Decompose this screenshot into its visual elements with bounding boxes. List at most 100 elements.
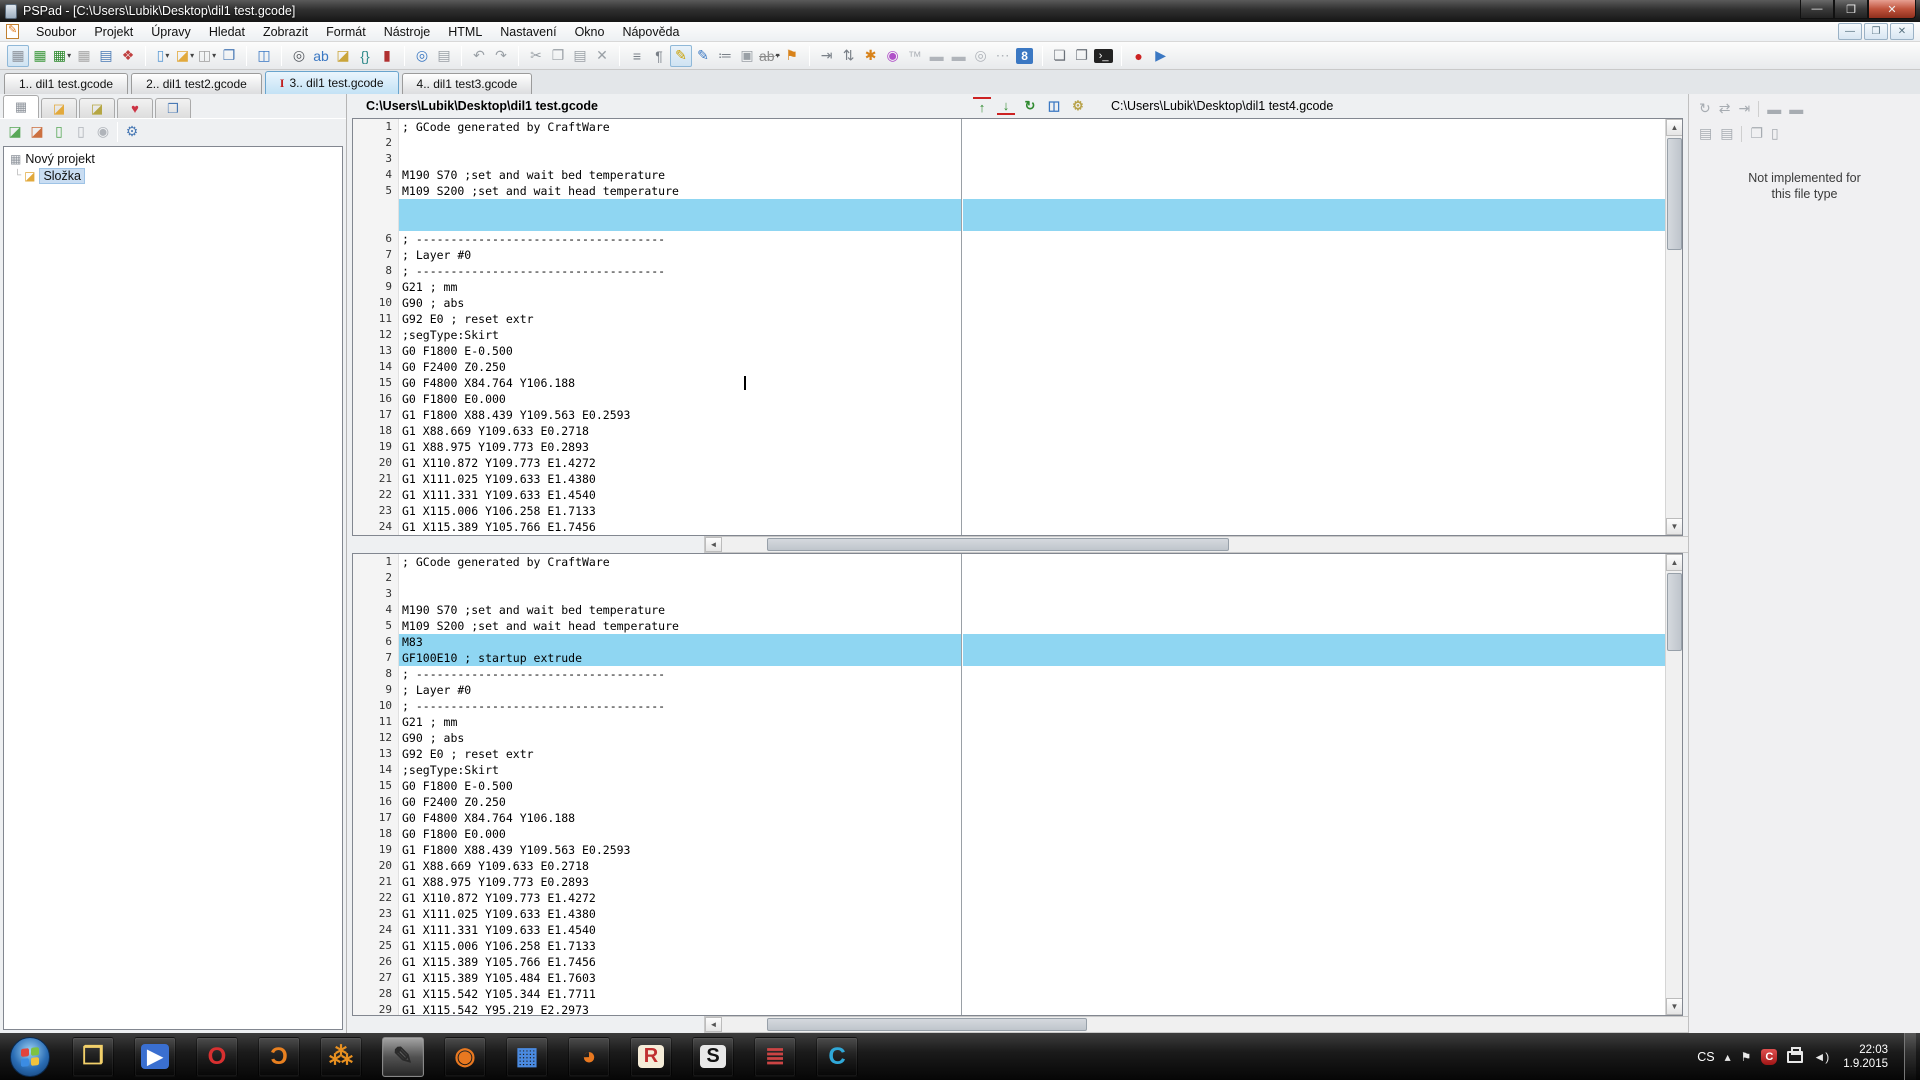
stamp-user-icon[interactable]: ▬ — [948, 45, 970, 67]
volume-icon[interactable]: ◄) — [1813, 1050, 1829, 1064]
taskbar-opera[interactable]: O — [196, 1037, 238, 1077]
folder-add-icon[interactable]: ◪ — [4, 121, 26, 143]
code-line[interactable]: 28G1 X115.542 Y105.344 E1.7711 — [353, 986, 1665, 1002]
project-add-icon[interactable]: ▦ — [29, 45, 51, 67]
vertical-scrollbar[interactable]: ▲ ▼ — [1665, 119, 1682, 535]
project-compile-icon[interactable]: ▦ — [7, 45, 29, 67]
code-line[interactable]: 20G1 X88.669 Y109.633 E0.2718 — [353, 858, 1665, 874]
language-indicator[interactable]: CS — [1697, 1050, 1714, 1064]
code-line[interactable]: 18G1 X88.669 Y109.633 E0.2718 — [353, 423, 1665, 439]
code-line[interactable]: 17G1 F1800 X88.439 Y109.563 E0.2593 — [353, 407, 1665, 423]
code-line[interactable]: 9G21 ; mm — [353, 279, 1665, 295]
mdi-minimize-button[interactable]: — — [1838, 23, 1862, 40]
action-center-flag-icon[interactable]: ⚑ — [1741, 1050, 1752, 1064]
copy-icon[interactable]: ❐ — [547, 45, 569, 67]
next-difference-icon[interactable]: ↓ — [997, 97, 1015, 115]
tm-stamp-icon[interactable]: ™ — [904, 45, 926, 67]
scroll-thumb[interactable] — [1667, 138, 1682, 250]
code-line[interactable]: 23G1 X115.006 Y106.258 E1.7133 — [353, 503, 1665, 519]
code-line[interactable]: 11G21 ; mm — [353, 714, 1665, 730]
taskbar-app-paw[interactable]: ⁂ — [320, 1037, 362, 1077]
restore-button[interactable]: ❐ — [1834, 0, 1868, 19]
pen-edit-icon[interactable]: ✎ — [692, 45, 714, 67]
scroll-down-arrow[interactable]: ▼ — [1666, 998, 1683, 1015]
pin-icon[interactable]: ⚑ — [781, 45, 803, 67]
search-in-files-icon[interactable]: ◪ — [332, 45, 354, 67]
split-columns-icon[interactable]: ◫ — [1045, 97, 1063, 115]
code-line[interactable]: 5M109 S200 ;set and wait head temperatur… — [353, 183, 1665, 199]
menu-nastroje[interactable]: Nástroje — [375, 23, 440, 41]
code-line[interactable]: 10G90 ; abs — [353, 295, 1665, 311]
code-line[interactable]: 5M109 S200 ;set and wait head temperatur… — [353, 618, 1665, 634]
menu-napoveda[interactable]: Nápověda — [613, 23, 688, 41]
code-line[interactable]: 8; ------------------------------------ — [353, 666, 1665, 682]
code-line[interactable]: 27G1 X115.389 Y105.484 E1.7603 — [353, 970, 1665, 986]
explorer-panel-icon[interactable]: ◫ — [253, 45, 275, 67]
taskbar-app-books[interactable]: ≣ — [754, 1037, 796, 1077]
code-line[interactable]: 17G0 F4800 X84.764 Y106.188 — [353, 810, 1665, 826]
print-icon[interactable]: ▤ — [433, 45, 455, 67]
play-macro-icon[interactable]: ▶ — [1150, 45, 1172, 67]
project-open-icon[interactable]: ▦▾ — [51, 45, 73, 67]
code-line[interactable]: 21G1 X88.975 Y109.773 E0.2893 — [353, 874, 1665, 890]
menu-soubor[interactable]: Soubor — [27, 23, 85, 41]
zoom-icon[interactable]: ◎ — [411, 45, 433, 67]
code-line[interactable]: 14G0 F2400 Z0.250 — [353, 359, 1665, 375]
document-tab-1[interactable]: 1.. dil1 test.gcode — [4, 73, 128, 94]
mdi-close-button[interactable]: ✕ — [1890, 23, 1914, 40]
code-line[interactable]: 12G90 ; abs — [353, 730, 1665, 746]
network-icon[interactable] — [1787, 1051, 1803, 1063]
menu-upravy[interactable]: Úpravy — [142, 23, 200, 41]
scroll-up-arrow[interactable]: ▲ — [1666, 554, 1683, 571]
scroll-left-arrow[interactable]: ◄ — [705, 537, 722, 552]
delete-icon[interactable]: ✕ — [591, 45, 613, 67]
tree-item-project-root[interactable]: ▦ Nový projekt — [6, 150, 340, 167]
taskbar-app-r[interactable]: R — [630, 1037, 672, 1077]
code-line[interactable]: 7; Layer #0 — [353, 247, 1665, 263]
diff-pane-top[interactable]: 1; GCode generated by CraftWare234M190 S… — [352, 118, 1683, 536]
menu-html[interactable]: HTML — [439, 23, 491, 41]
save-file-icon[interactable]: ◫▾ — [196, 45, 218, 67]
code-line[interactable]: 14;segType:Skirt — [353, 762, 1665, 778]
taskbar-pspad[interactable]: ✎ — [382, 1037, 424, 1077]
taskbar-app-s[interactable]: S — [692, 1037, 734, 1077]
console-icon[interactable]: ›_ — [1093, 45, 1115, 67]
code-line[interactable]: 22G1 X110.872 Y109.773 E1.4272 — [353, 890, 1665, 906]
code-line[interactable]: 8; ------------------------------------ — [353, 263, 1665, 279]
code-line[interactable]: 20G1 X110.872 Y109.773 E1.4272 — [353, 455, 1665, 471]
regexp-icon[interactable]: {} — [354, 45, 376, 67]
code-line[interactable]: 15G0 F4800 X84.764 Y106.188 — [353, 375, 1665, 391]
wrench-icon[interactable]: ⚙ — [121, 121, 143, 143]
taskbar-blender[interactable]: ◕ — [568, 1037, 610, 1077]
taskbar-media-player[interactable]: ▶ — [134, 1037, 176, 1077]
scroll-down-arrow[interactable]: ▼ — [1666, 518, 1683, 535]
document-tab-3[interactable]: I3.. dil1 test.gcode — [265, 71, 399, 94]
code-line[interactable]: 4M190 S70 ;set and wait bed temperature — [353, 167, 1665, 183]
code-explorer-icon[interactable]: ▮ — [376, 45, 398, 67]
undo-icon[interactable]: ↶ — [468, 45, 490, 67]
code-line[interactable]: 9; Layer #0 — [353, 682, 1665, 698]
ellipsis-icon[interactable]: ⋯ — [992, 45, 1014, 67]
code-line[interactable]: 10; ------------------------------------ — [353, 698, 1665, 714]
minimize-button[interactable]: — — [1800, 0, 1834, 19]
code-line[interactable]: 24G1 X111.331 Y109.633 E1.4540 — [353, 922, 1665, 938]
security-shield-icon[interactable]: C — [1761, 1049, 1777, 1065]
code-line[interactable]: 21G1 X111.025 Y109.633 E1.4380 — [353, 471, 1665, 487]
project-properties-icon[interactable]: ▤ — [95, 45, 117, 67]
html-8-icon[interactable]: 8 — [1014, 45, 1036, 67]
sidebar-tab-windows[interactable]: ❐ — [155, 98, 191, 118]
search-replace-icon[interactable]: ab — [310, 45, 332, 67]
code-line[interactable]: 3 — [353, 586, 1665, 602]
run-window-icon[interactable]: ❐ — [1071, 45, 1093, 67]
code-line[interactable]: 22G1 X111.331 Y109.633 E1.4540 — [353, 487, 1665, 503]
code-line[interactable]: 13G92 E0 ; reset extr — [353, 746, 1665, 762]
code-line[interactable]: 12;segType:Skirt — [353, 327, 1665, 343]
record-macro-icon[interactable]: ● — [1128, 45, 1150, 67]
diff-pane-bottom[interactable]: 1; GCode generated by CraftWare234M190 S… — [352, 553, 1683, 1016]
palette-icon[interactable]: ✱ — [860, 45, 882, 67]
tree-item-folder[interactable]: └ ◪ Složka — [6, 167, 340, 184]
menu-zobrazit[interactable]: Zobrazit — [254, 23, 317, 41]
open-file-icon[interactable]: ◪▾ — [174, 45, 196, 67]
sidebar-tab-files[interactable]: ◪ — [41, 98, 77, 118]
folder-remove-icon[interactable]: ◪ — [26, 121, 48, 143]
